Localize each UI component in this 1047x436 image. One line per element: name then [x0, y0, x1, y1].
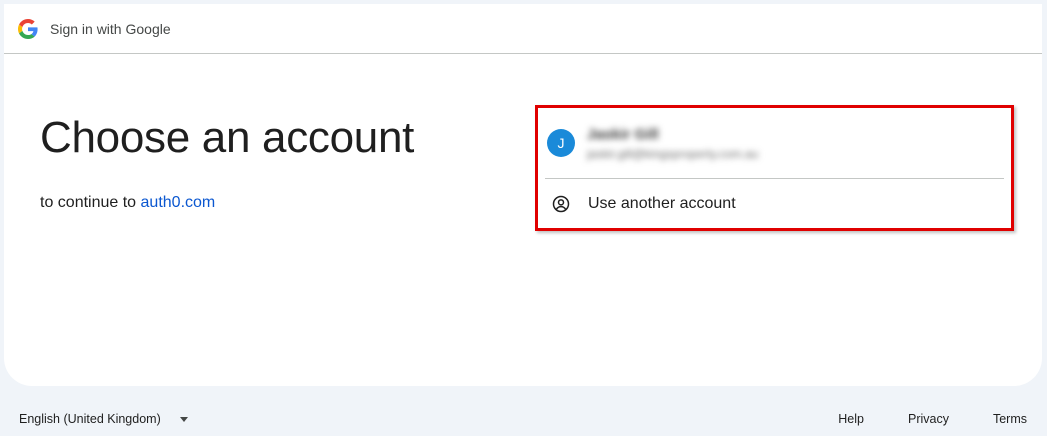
privacy-link[interactable]: Privacy: [908, 412, 949, 426]
avatar: J: [547, 129, 575, 157]
subtitle-prefix: to continue to: [40, 194, 137, 211]
page-title: Choose an account: [40, 113, 415, 162]
account-details: Jaskir Gill jaskir.gill@kingsproperty.co…: [587, 126, 758, 161]
account-email: jaskir.gill@kingsproperty.com.au: [587, 146, 759, 161]
language-selector[interactable]: English (United Kingdom): [19, 412, 188, 426]
footer: English (United Kingdom) Help Privacy Te…: [0, 396, 1047, 436]
language-label: English (United Kingdom): [19, 412, 161, 426]
header-title: Sign in with Google: [50, 20, 171, 37]
help-link[interactable]: Help: [838, 412, 864, 426]
google-g-logo-icon: [18, 18, 38, 39]
service-link[interactable]: auth0.com: [141, 194, 216, 211]
account-item[interactable]: J Jaskir Gill jaskir.gill@kingsproperty.…: [538, 108, 1011, 178]
chevron-down-icon: [179, 416, 188, 422]
subtitle: to continue to auth0.com: [40, 194, 414, 212]
account-name: Jaskir Gill: [587, 125, 659, 143]
person-circle-icon: [551, 194, 571, 214]
card-header: Sign in with Google: [4, 4, 1042, 54]
use-another-account-label: Use another account: [588, 194, 736, 212]
terms-link[interactable]: Terms: [993, 412, 1027, 426]
heading-section: Choose an account to continue to auth0.c…: [40, 112, 414, 212]
account-chooser-highlight: J Jaskir Gill jaskir.gill@kingsproperty.…: [535, 105, 1014, 231]
footer-links: Help Privacy Terms: [838, 412, 1027, 426]
use-another-account-button[interactable]: Use another account: [538, 179, 1011, 228]
